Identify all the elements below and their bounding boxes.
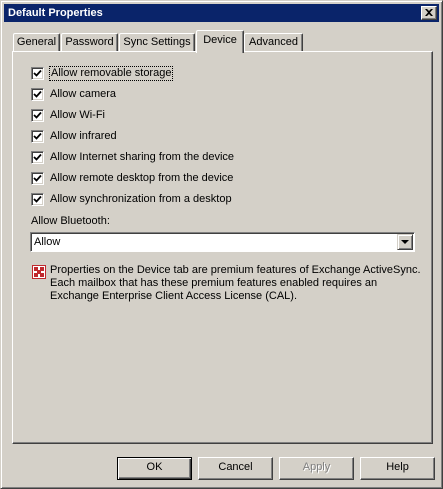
bluetooth-select[interactable]: Allow (30, 232, 415, 252)
notice-line: Exchange Enterprise Client Access Licens… (50, 290, 298, 302)
premium-features-notice: Properties on the Device tab are premium… (50, 264, 421, 303)
tab-label: Password (65, 36, 114, 48)
button-label: Cancel (218, 461, 253, 473)
title-bar[interactable]: Default Properties (4, 4, 439, 22)
checkbox[interactable] (31, 109, 44, 122)
checkbox[interactable] (31, 172, 44, 185)
checkbox[interactable] (31, 151, 44, 164)
tab-password[interactable]: Password (61, 33, 118, 51)
checkbox[interactable] (31, 67, 44, 80)
checkmark-icon (33, 90, 42, 98)
button-label: Help (386, 461, 409, 473)
premium-feature-icon (32, 265, 46, 279)
checkbox-label: Allow Wi-Fi (50, 109, 105, 121)
ok-button[interactable]: OK (117, 457, 192, 480)
checkbox-label: Allow infrared (50, 130, 117, 142)
close-button[interactable] (421, 6, 437, 20)
notice-line: Each mailbox that has these premium feat… (50, 277, 378, 289)
tab-sync-settings[interactable]: Sync Settings (119, 33, 195, 51)
checkbox-label: Allow synchronization from a desktop (50, 193, 232, 205)
checkmark-icon (33, 153, 42, 161)
bluetooth-select-value: Allow (34, 236, 61, 248)
tab-label: Advanced (249, 36, 298, 48)
tab-device[interactable]: Device (196, 30, 244, 53)
help-button[interactable]: Help (360, 457, 435, 480)
dropdown-button[interactable] (397, 234, 413, 250)
properties-dialog: Default Properties General Password Sync… (0, 0, 443, 489)
checkbox[interactable] (31, 193, 44, 206)
window-title: Default Properties (8, 7, 103, 19)
close-icon (425, 9, 433, 16)
checkmark-icon (33, 195, 42, 203)
chevron-down-icon (401, 240, 409, 244)
checkbox[interactable] (31, 88, 44, 101)
checkmark-icon (33, 174, 42, 182)
tab-advanced[interactable]: Advanced (244, 33, 303, 51)
checkbox-label: Allow camera (50, 88, 117, 100)
tab-label: Sync Settings (123, 36, 191, 48)
checkbox-label: Allow remote desktop from the device (50, 172, 234, 184)
tab-general[interactable]: General (13, 33, 60, 51)
button-label: OK (146, 461, 163, 473)
checkbox-label: Allow removable storage (48, 66, 174, 81)
apply-button: Apply (279, 457, 354, 480)
checkbox-label: Allow Internet sharing from the device (50, 151, 235, 163)
cancel-button[interactable]: Cancel (198, 457, 273, 480)
tab-label: Device (203, 34, 237, 46)
checkmark-icon (33, 111, 42, 119)
notice-line: Properties on the Device tab are premium… (50, 264, 421, 276)
button-label: Apply (302, 461, 331, 473)
checkbox[interactable] (31, 130, 44, 143)
checkmark-icon (33, 69, 42, 77)
checkmark-icon (33, 132, 42, 140)
tab-label: General (16, 36, 57, 48)
device-tab-panel: Allow removable storage Allow camera All… (12, 51, 433, 444)
bluetooth-label: Allow Bluetooth: (31, 215, 110, 227)
